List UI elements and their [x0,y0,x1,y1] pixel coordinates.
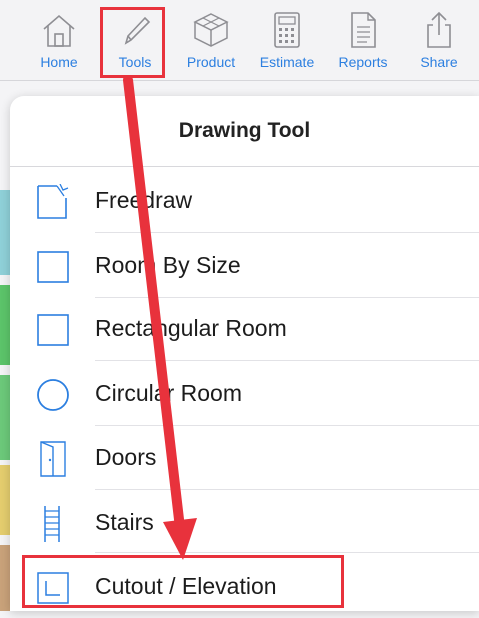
box-icon [172,10,250,54]
menu-item-circular-room[interactable]: Circular Room [10,361,479,425]
toolbar-share-label: Share [420,54,458,70]
cutout-highlight-box [22,555,344,608]
menu-item-doors[interactable]: Doors [10,425,479,489]
freedraw-icon [35,183,75,219]
rectangle-icon [35,312,75,346]
background-strip [0,465,10,535]
menu-item-label: Rectangular Room [95,315,287,341]
tools-highlight-box [100,7,165,78]
toolbar-product-button[interactable]: Product [172,8,250,76]
row-divider [95,552,479,553]
background-strip [0,545,10,611]
popover-title: Drawing Tool [10,96,479,167]
calculator-icon [248,10,326,54]
menu-item-label: Freedraw [95,187,193,213]
toolbar-product-label: Product [186,54,236,70]
menu-item-label: Stairs [95,509,154,535]
toolbar-estimate-label: Estimate [259,54,315,70]
menu-item-label: Room By Size [95,252,241,278]
toolbar-share-button[interactable]: Share [400,8,478,76]
door-icon [35,441,75,477]
top-toolbar: Home Tools Product Estimate Reports Shar… [0,0,479,81]
document-icon [324,10,402,54]
toolbar-estimate-button[interactable]: Estimate [248,8,326,76]
stairs-icon [35,506,75,542]
toolbar-home-label: Home [40,54,78,70]
drawing-tool-popover: Drawing Tool Freedraw Room By Size Recta… [10,96,479,611]
background-strip [0,375,10,460]
menu-item-freedraw[interactable]: Freedraw [10,168,479,232]
toolbar-reports-button[interactable]: Reports [324,8,402,76]
background-strip [0,285,10,365]
background-strip [0,190,10,275]
toolbar-home-button[interactable]: Home [20,8,98,76]
menu-item-label: Circular Room [95,380,242,406]
menu-item-label: Doors [95,444,157,470]
circle-icon [35,377,75,411]
home-icon [20,10,98,54]
toolbar-reports-label: Reports [338,54,388,70]
menu-item-rectangular-room[interactable]: Rectangular Room [10,296,479,360]
share-icon [400,10,478,54]
square-icon [35,249,75,283]
menu-item-stairs[interactable]: Stairs [10,490,479,554]
menu-item-room-by-size[interactable]: Room By Size [10,233,479,297]
